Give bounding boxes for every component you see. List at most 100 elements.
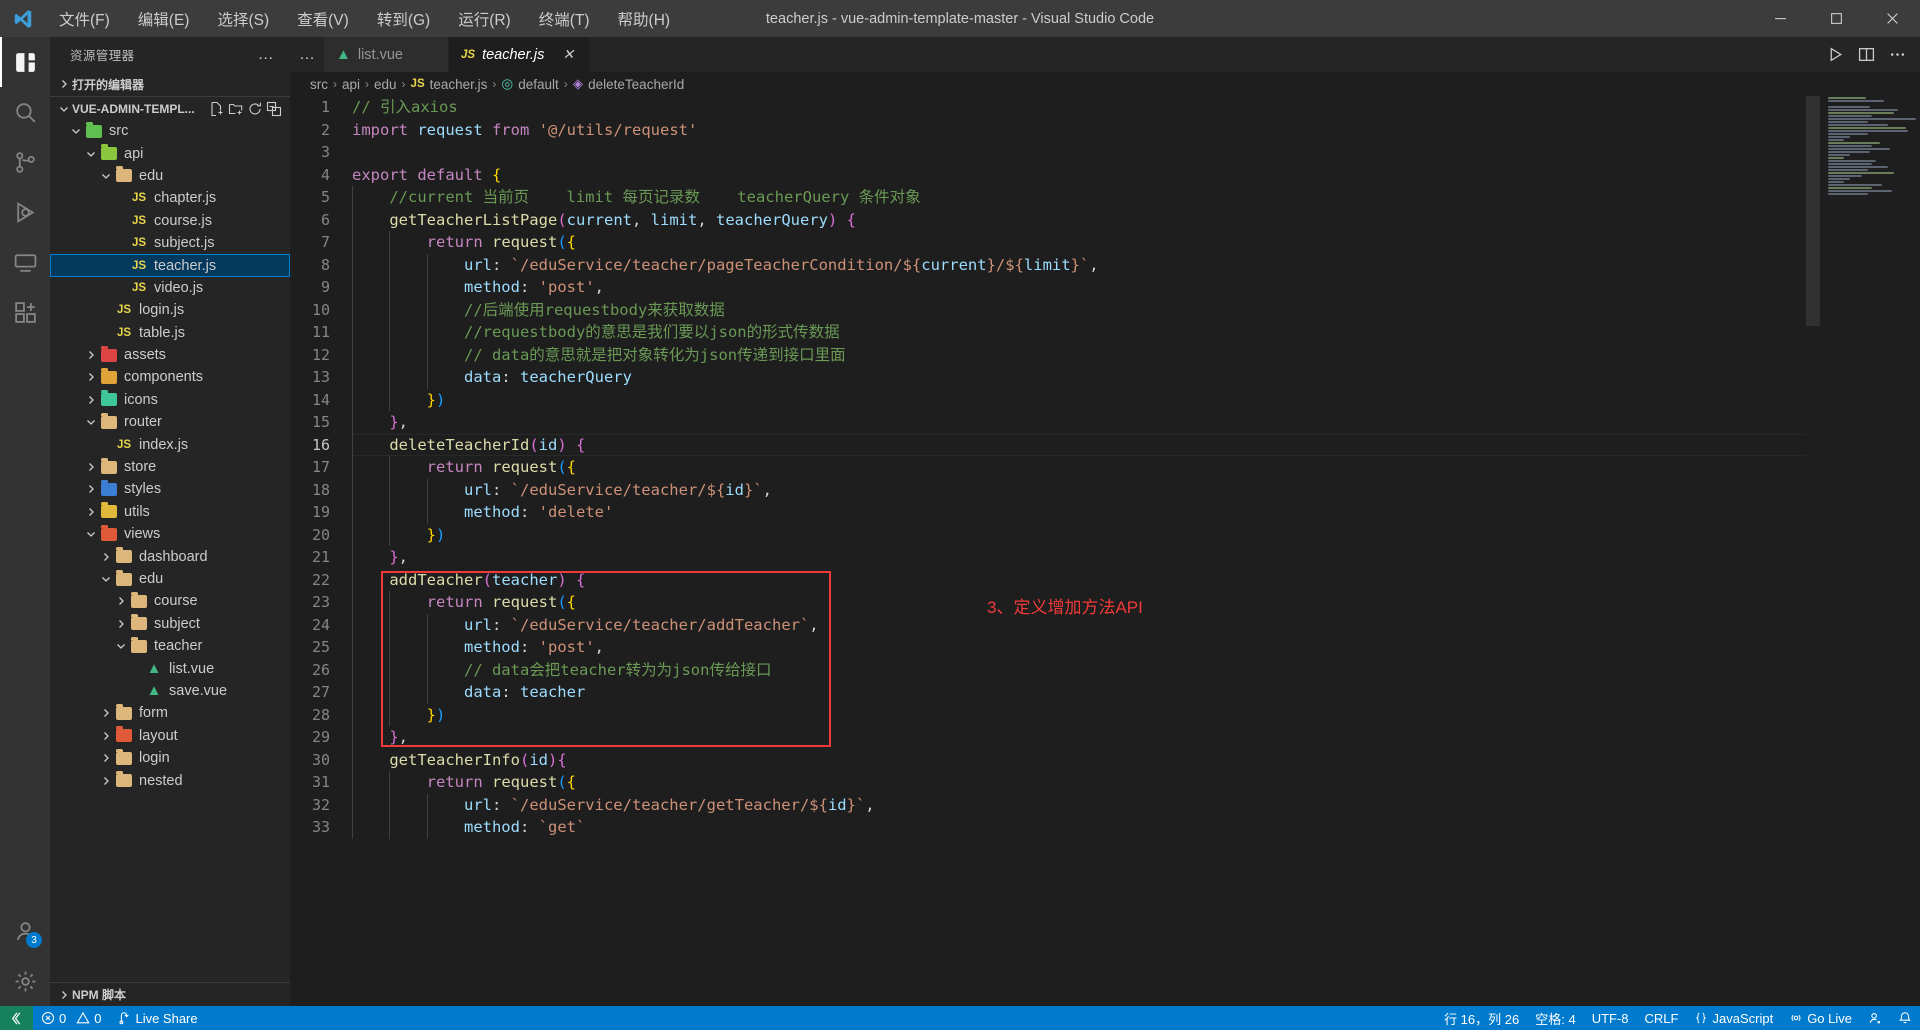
activity-extensions[interactable]	[0, 287, 50, 337]
code-line[interactable]: 13 data: teacherQuery	[290, 366, 1806, 389]
status-cursor-position[interactable]: 行 16，列 26	[1436, 1006, 1527, 1030]
project-section[interactable]: VUE-ADMIN-TEMPL...	[50, 96, 290, 120]
code-line[interactable]: 10 //后端使用requestbody来获取数据	[290, 299, 1806, 322]
tree-item-login-js[interactable]: JS login.js	[50, 299, 290, 321]
code-line[interactable]: 20 })	[290, 524, 1806, 547]
code-line[interactable]: 4 export default {	[290, 164, 1806, 187]
code-line[interactable]: 32 url: `/eduService/teacher/getTeacher/…	[290, 794, 1806, 817]
tree-item-teacher[interactable]: teacher	[50, 635, 290, 657]
code-line[interactable]: 8 url: `/eduService/teacher/pageTeacherC…	[290, 254, 1806, 277]
tabs-bar[interactable]: … ▲ list.vue ✕ JS teacher.js ✕	[290, 37, 1920, 72]
run-play-icon[interactable]	[1827, 46, 1844, 63]
window-controls[interactable]	[1752, 0, 1920, 37]
tree-item-edu[interactable]: edu	[50, 165, 290, 187]
file-tree[interactable]: src api edu JS chapter.js JS course.js JS subjec…	[50, 120, 290, 982]
code-line[interactable]: 17 return request({	[290, 456, 1806, 479]
breadcrumb-item-edu[interactable]: edu	[374, 77, 397, 92]
code-line[interactable]: 3	[290, 141, 1806, 164]
tree-item-src[interactable]: src	[50, 120, 290, 142]
open-editors-section[interactable]: 打开的编辑器	[50, 72, 290, 96]
tree-item-teacher-js[interactable]: JS teacher.js	[50, 254, 290, 277]
more-actions-icon[interactable]	[1889, 46, 1906, 63]
code-line[interactable]: 2 import request from '@/utils/request'	[290, 119, 1806, 142]
status-live-share[interactable]: Live Share	[109, 1006, 205, 1030]
code-line[interactable]: 5 //current 当前页 limit 每页记录数 teacherQuery…	[290, 186, 1806, 209]
menu-go[interactable]: 转到(G)	[364, 4, 443, 34]
code-line[interactable]: 16 deleteTeacherId(id) {	[290, 433, 1806, 457]
status-notifications[interactable]	[1890, 1006, 1920, 1030]
activity-account[interactable]: 3	[0, 906, 50, 956]
code-line[interactable]: 33 method: `get`	[290, 816, 1806, 839]
breadcrumb-item-src[interactable]: src	[310, 77, 328, 92]
code-line[interactable]: 14 })	[290, 389, 1806, 412]
code-lines[interactable]: 1 // 引入axios 2 import request from '@/utils…	[290, 96, 1806, 1006]
menu-run[interactable]: 运行(R)	[445, 4, 524, 34]
status-errors[interactable]: 0 0	[33, 1006, 109, 1030]
code-line[interactable]: 7 return request({	[290, 231, 1806, 254]
code-line[interactable]: 27 data: teacher	[290, 681, 1806, 704]
tree-item-login[interactable]: login	[50, 747, 290, 769]
code-line[interactable]: 12 // data的意思就是把对象转化为json传递到接口里面	[290, 344, 1806, 367]
code-line[interactable]: 18 url: `/eduService/teacher/${id}`,	[290, 479, 1806, 502]
close-icon[interactable]: ✕	[559, 46, 577, 63]
status-indentation[interactable]: 空格: 4	[1527, 1006, 1583, 1030]
more-tabs-icon[interactable]: …	[290, 37, 324, 72]
code-line[interactable]: 22 addTeacher(teacher) {	[290, 569, 1806, 592]
tree-item-router[interactable]: router	[50, 411, 290, 433]
menu-terminal[interactable]: 终端(T)	[526, 4, 603, 34]
breadcrumb-item-file[interactable]: JS teacher.js	[411, 77, 488, 92]
tree-item-index-js[interactable]: JS index.js	[50, 433, 290, 455]
activity-bar[interactable]: 3	[0, 37, 50, 1006]
tree-item-edu[interactable]: edu	[50, 568, 290, 590]
activity-search[interactable]	[0, 87, 50, 137]
status-encoding[interactable]: UTF-8	[1584, 1006, 1637, 1030]
tab-teacher-js[interactable]: JS teacher.js ✕	[449, 37, 591, 72]
tree-item-styles[interactable]: styles	[50, 478, 290, 500]
menu-help[interactable]: 帮助(H)	[605, 4, 684, 34]
activity-source-control[interactable]	[0, 137, 50, 187]
status-bar[interactable]: 0 0 Live Share 行 16，列 26 空格: 4 UTF-8 CRL…	[0, 1006, 1920, 1030]
tree-item-nested[interactable]: nested	[50, 769, 290, 791]
status-feedback[interactable]	[1860, 1006, 1890, 1030]
tree-item-course-js[interactable]: JS course.js	[50, 210, 290, 232]
code-line[interactable]: 31 return request({	[290, 771, 1806, 794]
breadcrumb-item-symbol[interactable]: ◈ deleteTeacherId	[573, 76, 684, 92]
code-line[interactable]: 15 },	[290, 411, 1806, 434]
code-line[interactable]: 21 },	[290, 546, 1806, 569]
code-line[interactable]: 28 })	[290, 704, 1806, 727]
status-language-mode[interactable]: JavaScript	[1686, 1006, 1781, 1030]
tree-item-subject-js[interactable]: JS subject.js	[50, 232, 290, 254]
vertical-scrollbar[interactable]	[1806, 96, 1820, 1006]
tree-item-course[interactable]: course	[50, 590, 290, 612]
tree-item-dashboard[interactable]: dashboard	[50, 545, 290, 567]
minimap[interactable]	[1820, 96, 1920, 1006]
activity-explorer[interactable]	[0, 37, 50, 87]
menu-bar[interactable]: 文件(F) 编辑(E) 选择(S) 查看(V) 转到(G) 运行(R) 终端(T…	[46, 4, 683, 34]
ellipsis-icon[interactable]: …	[250, 46, 282, 64]
npm-scripts-section[interactable]: NPM 脚本	[50, 982, 290, 1006]
tree-item-subject[interactable]: subject	[50, 613, 290, 635]
tree-item-list-vue[interactable]: ▲ list.vue	[50, 657, 290, 679]
tree-item-form[interactable]: form	[50, 702, 290, 724]
code-line[interactable]: 30 getTeacherInfo(id){	[290, 749, 1806, 772]
breadcrumb[interactable]: src › api › edu › JS teacher.js › ◎ defa…	[290, 72, 1920, 96]
status-bar-right[interactable]: 行 16，列 26 空格: 4 UTF-8 CRLF JavaScript Go…	[1436, 1006, 1920, 1030]
tree-item-assets[interactable]: assets	[50, 344, 290, 366]
activity-remote[interactable]	[0, 237, 50, 287]
tree-item-utils[interactable]: utils	[50, 501, 290, 523]
tree-item-components[interactable]: components	[50, 366, 290, 388]
tab-list-vue[interactable]: ▲ list.vue ✕	[324, 37, 449, 72]
tree-item-views[interactable]: views	[50, 523, 290, 545]
code-line[interactable]: 9 method: 'post',	[290, 276, 1806, 299]
tree-item-save-vue[interactable]: ▲ save.vue	[50, 680, 290, 702]
breadcrumb-item-api[interactable]: api	[342, 77, 360, 92]
menu-selection[interactable]: 选择(S)	[204, 4, 282, 34]
minimize-button[interactable]	[1752, 0, 1808, 37]
tree-item-store[interactable]: store	[50, 456, 290, 478]
tree-item-table-js[interactable]: JS table.js	[50, 322, 290, 344]
close-button[interactable]	[1864, 0, 1920, 37]
sidebar-actions[interactable]	[209, 101, 290, 117]
split-editor-icon[interactable]	[1858, 46, 1875, 63]
menu-file[interactable]: 文件(F)	[46, 4, 123, 34]
menu-edit[interactable]: 编辑(E)	[125, 4, 203, 34]
